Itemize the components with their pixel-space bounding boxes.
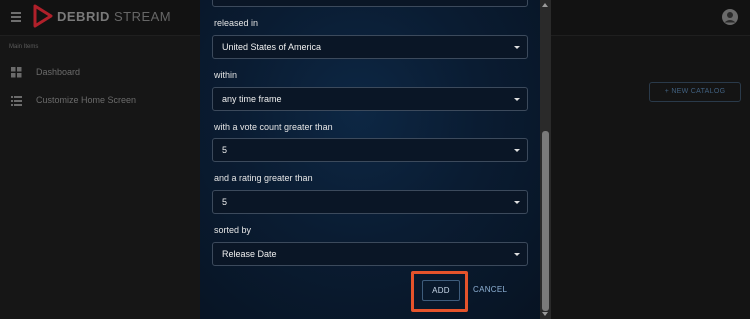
select-value: 5 (222, 197, 228, 207)
dropdown-caret-icon (514, 98, 520, 101)
within-select[interactable]: any time frame (212, 87, 528, 111)
within-label: within (214, 70, 238, 80)
new-catalog-button[interactable]: + NEW CATALOG (649, 82, 741, 102)
select-value: 5 (222, 145, 228, 155)
dashboard-icon (11, 67, 22, 78)
scroll-thumb[interactable] (542, 131, 549, 311)
sidebar-item-customize-home-screen[interactable]: Customize Home Screen (0, 90, 200, 112)
sidebar-item-label: Customize Home Screen (36, 95, 137, 105)
brand-name: DEBRID STREAM (57, 9, 172, 24)
list-icon (11, 96, 22, 106)
scroll-down-icon[interactable] (542, 312, 548, 316)
select-value: any time frame (222, 94, 282, 104)
add-catalog-dialog: released in United States of America wit… (200, 0, 551, 319)
rating-select[interactable]: 5 (212, 190, 528, 214)
previous-select[interactable] (212, 0, 528, 7)
account-icon[interactable] (721, 8, 739, 26)
dropdown-caret-icon (514, 149, 520, 152)
sidebar-item-dashboard[interactable]: Dashboard (0, 62, 200, 84)
dropdown-caret-icon (514, 253, 520, 256)
sidebar-item-label: Dashboard (36, 67, 81, 77)
cancel-button[interactable]: CANCEL (473, 285, 507, 294)
scroll-up-icon[interactable] (542, 3, 548, 7)
logo-icon (33, 4, 53, 28)
released-in-label: released in (214, 18, 259, 28)
select-value: United States of America (222, 42, 322, 52)
select-value: Release Date (222, 249, 277, 259)
rating-label: and a rating greater than (214, 173, 313, 183)
vote-count-label: with a vote count greater than (214, 122, 333, 132)
sorted-by-select[interactable]: Release Date (212, 242, 528, 266)
add-button[interactable]: ADD (422, 280, 460, 301)
sidebar-section-header: Main Items (9, 44, 39, 50)
vote-count-select[interactable]: 5 (212, 138, 528, 162)
menu-icon[interactable] (11, 12, 21, 22)
sorted-by-label: sorted by (214, 225, 252, 235)
released-in-select[interactable]: United States of America (212, 35, 528, 59)
dropdown-caret-icon (514, 46, 520, 49)
dropdown-caret-icon (514, 201, 520, 204)
dialog-scrollbar[interactable] (540, 0, 551, 319)
